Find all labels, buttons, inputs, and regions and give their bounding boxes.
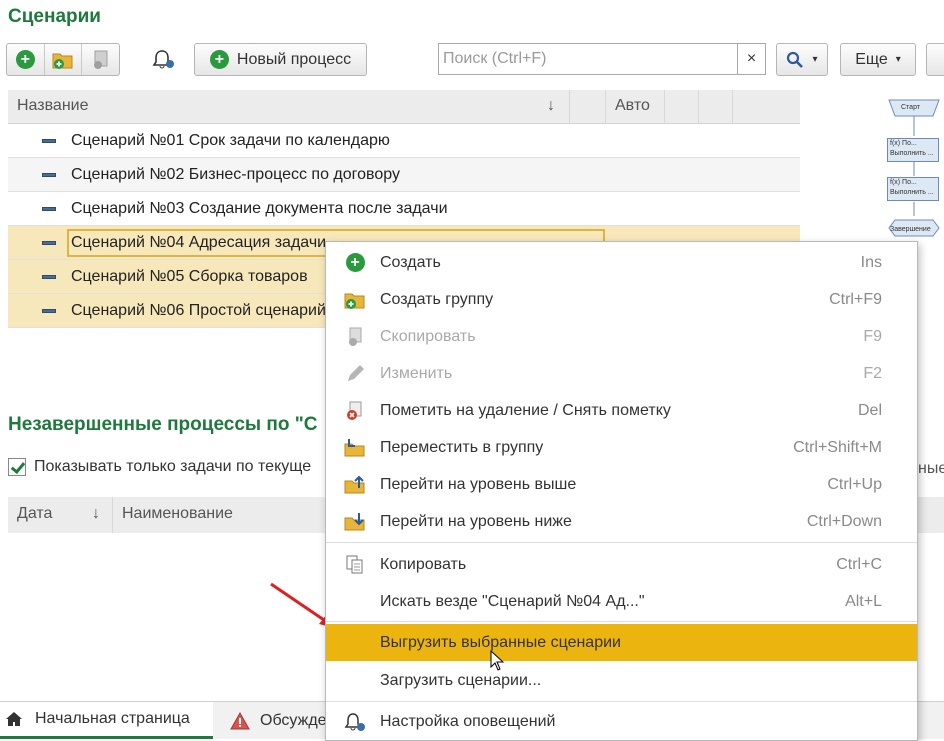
context-menu: + Создать Ins Создать группу Ctrl+F9 Ско… bbox=[325, 241, 918, 741]
flow-start: Старт bbox=[901, 104, 921, 111]
menu-separator bbox=[326, 542, 917, 543]
menu-item-create[interactable]: + Создать Ins bbox=[326, 244, 917, 281]
plus-icon: + bbox=[345, 253, 365, 272]
menu-item-search-everywhere[interactable]: Искать везде "Сценарий №04 Ад..." Alt+L bbox=[326, 583, 917, 620]
menu-separator bbox=[326, 701, 917, 702]
bell-icon bbox=[152, 50, 174, 69]
more-button[interactable]: Еще ▾ bbox=[840, 43, 916, 76]
delete-mark-icon bbox=[347, 401, 362, 420]
table-header: Название ↓ Авто bbox=[8, 90, 800, 124]
column-name[interactable]: Название ↓ bbox=[8, 90, 570, 124]
scenario-icon bbox=[42, 138, 56, 143]
flow-connectors bbox=[888, 99, 940, 237]
plus-icon: + bbox=[209, 50, 229, 69]
new-process-label: Новый процесс bbox=[236, 50, 352, 68]
search-box: × bbox=[438, 43, 766, 75]
menu-item-copy-record[interactable]: Скопировать F9 bbox=[326, 318, 917, 355]
pencil-icon bbox=[348, 364, 364, 381]
flow-step: f(x) По... Выполнить ... bbox=[887, 177, 939, 201]
folder-add-icon bbox=[52, 53, 73, 69]
flow-step: f(x) По... Выполнить ... bbox=[887, 138, 939, 162]
table-row[interactable]: Сценарий №01 Срок задачи по календарю bbox=[8, 124, 800, 158]
column-blank bbox=[570, 90, 606, 124]
plus-icon: + bbox=[15, 50, 35, 69]
menu-item-notification-settings[interactable]: Настройка оповещений bbox=[326, 703, 917, 740]
checkbox-checked-icon[interactable] bbox=[8, 458, 26, 476]
search-input[interactable] bbox=[439, 44, 734, 74]
menu-item-copy[interactable]: Копировать Ctrl+C bbox=[326, 546, 917, 583]
menu-item-import-scenarios[interactable]: Загрузить сценарии... bbox=[326, 662, 917, 699]
scenario-icon bbox=[42, 240, 56, 245]
column-date[interactable]: Дата ↓ bbox=[8, 497, 113, 533]
chevron-down-icon: ▾ bbox=[812, 54, 818, 65]
sort-desc-icon: ↓ bbox=[547, 97, 555, 114]
chevron-down-icon: ▾ bbox=[895, 54, 901, 65]
page-title: Сценарии bbox=[8, 6, 101, 27]
column-c1 bbox=[665, 90, 699, 124]
new-process-button[interactable]: + Новый процесс bbox=[194, 43, 367, 76]
search-clear-button[interactable]: × bbox=[737, 44, 765, 74]
folder-up-icon bbox=[344, 475, 365, 493]
copy-icon bbox=[93, 50, 108, 69]
menu-item-mark-delete[interactable]: Пометить на удаление / Снять пометку Del bbox=[326, 392, 917, 429]
sort-desc-icon: ↓ bbox=[92, 505, 100, 522]
table-row[interactable]: Сценарий №02 Бизнес-процесс по договору bbox=[8, 158, 800, 192]
filter-checkbox[interactable]: Показывать только задачи по текуще bbox=[8, 458, 311, 476]
copy-icon bbox=[349, 327, 362, 346]
menu-item-move-to-group[interactable]: Переместить в группу Ctrl+Shift+M bbox=[326, 429, 917, 466]
section-title: Незавершенные процессы по "С bbox=[8, 414, 318, 435]
move-to-folder-icon bbox=[344, 438, 365, 456]
toolbar-create-group: + bbox=[6, 43, 120, 76]
menu-item-export-scenarios[interactable]: Выгрузить выбранные сценарии bbox=[326, 624, 917, 661]
folder-down-icon bbox=[344, 512, 365, 530]
create-button[interactable]: + bbox=[7, 44, 45, 75]
notifications-button[interactable] bbox=[152, 49, 176, 76]
menu-item-edit[interactable]: Изменить F2 bbox=[326, 355, 917, 392]
warning-icon bbox=[230, 711, 250, 729]
menu-item-create-group[interactable]: Создать группу Ctrl+F9 bbox=[326, 281, 917, 318]
tab-home[interactable]: Начальная страница bbox=[0, 702, 213, 739]
truncated-button-text[interactable]: ные bbox=[918, 460, 944, 478]
column-c2 bbox=[699, 90, 733, 124]
more-label: Еще bbox=[855, 50, 888, 68]
menu-item-level-down[interactable]: Перейти на уровень ниже Ctrl+Down bbox=[326, 503, 917, 540]
bell-icon bbox=[344, 712, 365, 731]
menu-item-level-up[interactable]: Перейти на уровень выше Ctrl+Up bbox=[326, 466, 917, 503]
scenario-icon bbox=[42, 172, 56, 177]
clipboard-copy-icon bbox=[346, 555, 363, 573]
process-flow-preview: Старт f(x) По... Выполнить ... f(x) По...… bbox=[887, 96, 944, 246]
search-options-button[interactable]: ▾ bbox=[776, 43, 828, 76]
home-icon bbox=[6, 712, 22, 726]
scenario-icon bbox=[42, 308, 56, 313]
table-row[interactable]: Сценарий №03 Создание документа после за… bbox=[8, 192, 800, 226]
folder-add-icon bbox=[344, 293, 365, 309]
mouse-cursor-icon bbox=[490, 650, 505, 671]
magnifier-icon bbox=[787, 51, 804, 68]
column-c3 bbox=[733, 90, 800, 124]
copy-button[interactable] bbox=[82, 44, 119, 75]
help-button[interactable] bbox=[926, 43, 944, 76]
scenario-icon bbox=[42, 206, 56, 211]
scenario-icon bbox=[42, 274, 56, 279]
menu-separator bbox=[326, 621, 917, 622]
tab-discussions[interactable]: Обсужде bbox=[220, 702, 330, 739]
create-folder-button[interactable] bbox=[45, 44, 83, 75]
flow-end: Завершение bbox=[890, 226, 931, 233]
column-auto[interactable]: Авто bbox=[606, 90, 665, 124]
